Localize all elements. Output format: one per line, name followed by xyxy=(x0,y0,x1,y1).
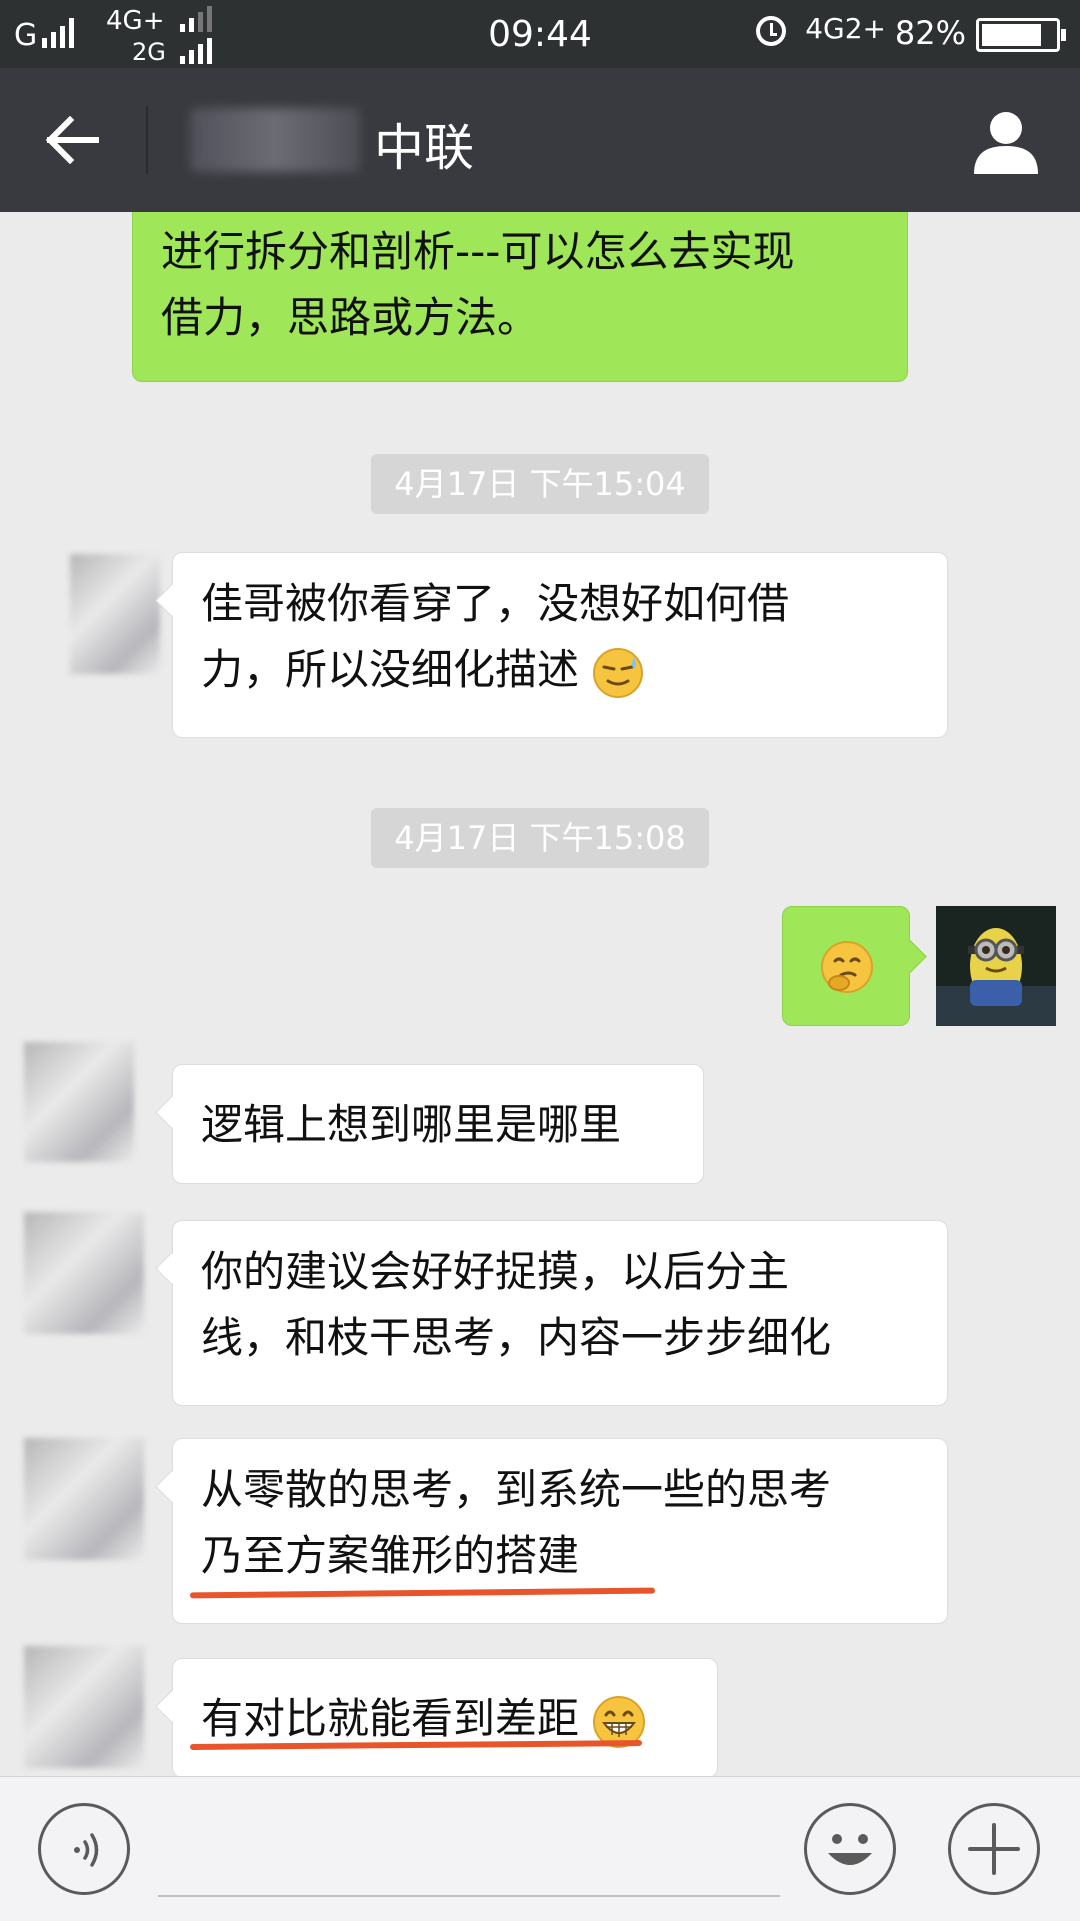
status-bar: G 4G+ 2G 09:44 4G2+ 82% xyxy=(0,0,1080,68)
message-line: 线，和枝干思考，内容一步步细化 xyxy=(201,1313,832,1362)
network-label-right: 4G2+ xyxy=(805,12,886,45)
input-bar xyxy=(0,1776,1080,1921)
message-text: 力，所以没细化描述 xyxy=(201,645,580,694)
plus-icon xyxy=(968,1823,1020,1875)
avatar[interactable] xyxy=(24,1438,144,1560)
message-line: 借力，思路或方法。 xyxy=(161,293,540,342)
battery-icon xyxy=(976,18,1066,52)
thinking-emoji xyxy=(821,941,873,993)
timestamp: 4月17日 下午15:04 xyxy=(371,454,709,514)
chat-title: 中联 xyxy=(374,119,474,177)
emoji-button[interactable] xyxy=(804,1803,896,1895)
message-bubble-outgoing[interactable] xyxy=(782,906,910,1026)
alarm-icon xyxy=(756,16,786,46)
message-line: 进行拆分和剖析---可以怎么去实现 xyxy=(161,227,795,276)
message-line: 乃至方案雏形的搭建 xyxy=(201,1531,580,1580)
message-input[interactable] xyxy=(158,1805,784,1895)
avatar[interactable] xyxy=(24,1042,134,1162)
back-arrow-icon[interactable] xyxy=(44,116,100,164)
message-text: 有对比就能看到差距 xyxy=(201,1694,580,1743)
chat-area[interactable]: 进行拆分和剖析---可以怎么去实现 借力，思路或方法。 4月17日 下午15:0… xyxy=(0,212,1080,1776)
message-bubble-incoming[interactable]: 有对比就能看到差距 xyxy=(172,1658,718,1776)
minion-avatar-image xyxy=(936,906,1056,1026)
message-bubble-outgoing[interactable]: 进行拆分和剖析---可以怎么去实现 借力，思路或方法。 xyxy=(132,212,908,382)
avatar[interactable] xyxy=(24,1646,144,1768)
timestamp: 4月17日 下午15:08 xyxy=(371,808,709,868)
avatar[interactable] xyxy=(70,554,160,674)
my-avatar[interactable] xyxy=(936,906,1056,1026)
message-line: 从零散的思考，到系统一些的思考 xyxy=(201,1465,832,1514)
battery-percent: 82% xyxy=(894,14,966,52)
message-bubble-incoming[interactable]: 你的建议会好好捉摸，以后分主 线，和枝干思考，内容一步步细化 xyxy=(172,1220,948,1406)
sweat-smile-emoji xyxy=(593,647,644,698)
message-bubble-incoming[interactable]: 佳哥被你看穿了，没想好如何借 力，所以没细化描述 xyxy=(172,552,948,738)
title-bar: 中联 xyxy=(0,68,1080,212)
message-line: 力，所以没细化描述 xyxy=(201,637,919,703)
status-right: 4G2+ 82% xyxy=(666,0,1066,68)
profile-icon[interactable] xyxy=(972,108,1040,174)
voice-icon xyxy=(74,1833,99,1867)
message-line: 你的建议会好好捉摸，以后分主 xyxy=(201,1247,790,1296)
input-underline xyxy=(158,1895,780,1897)
voice-button[interactable] xyxy=(38,1803,130,1895)
title-divider xyxy=(146,106,148,174)
message-line: 逻辑上想到哪里是哪里 xyxy=(201,1100,622,1149)
avatar[interactable] xyxy=(24,1212,144,1334)
message-bubble-incoming[interactable]: 逻辑上想到哪里是哪里 xyxy=(172,1064,704,1184)
blurred-contact-name xyxy=(190,108,360,172)
plus-button[interactable] xyxy=(948,1803,1040,1895)
message-line: 佳哥被你看穿了，没想好如何借 xyxy=(201,579,790,628)
emoji-icon xyxy=(828,1834,872,1865)
